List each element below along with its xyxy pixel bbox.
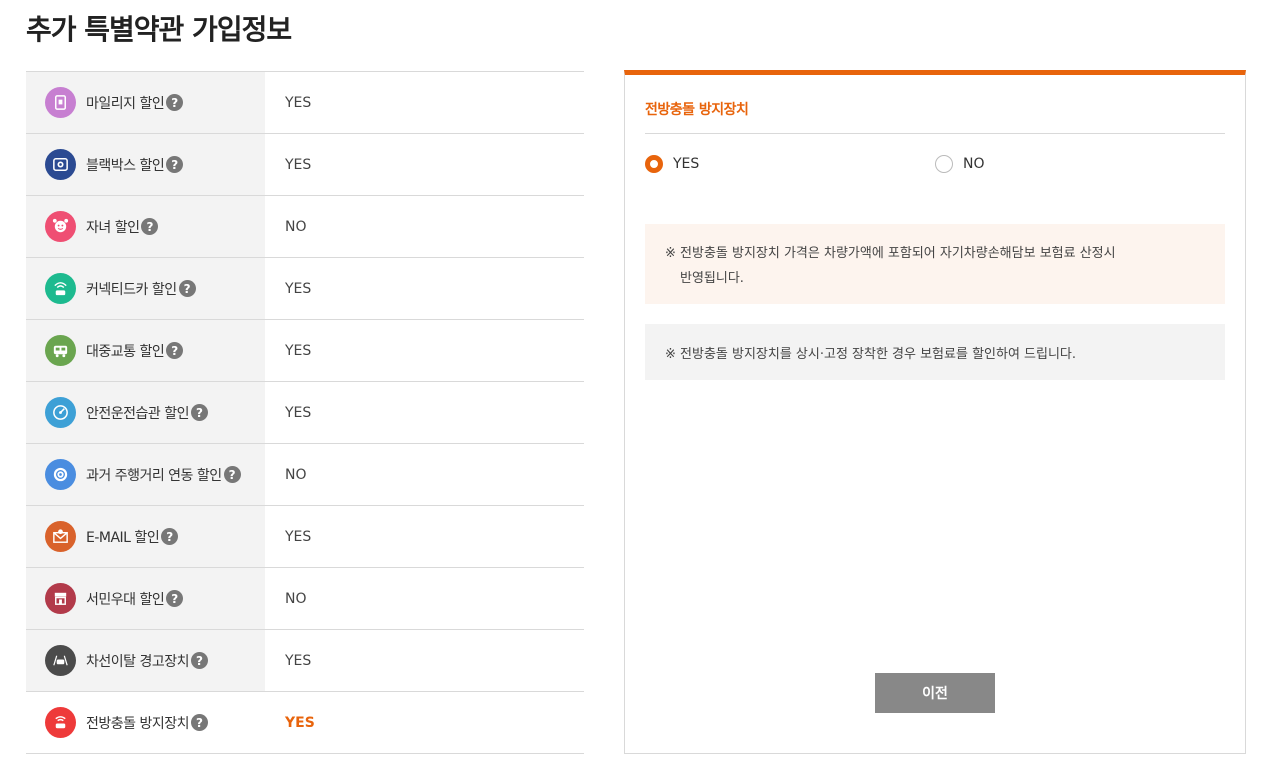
speedometer-icon	[45, 397, 76, 428]
row-value: YES	[285, 156, 312, 173]
radio-no[interactable]: NO	[935, 155, 985, 173]
panel-title: 전방충돌 방지장치	[645, 102, 749, 118]
table-row: E-MAIL 할인? YES	[26, 506, 584, 568]
row-label: 블랙박스 할인	[86, 157, 165, 174]
row-value: YES	[285, 404, 312, 421]
help-icon[interactable]: ?	[223, 466, 241, 483]
prev-button[interactable]: 이전	[875, 673, 995, 713]
table-row: 전방충돌 방지장치? YES	[26, 692, 584, 754]
table-row: 마일리지 할인? YES	[26, 72, 584, 134]
table-row: 자녀 할인? NO	[26, 196, 584, 258]
connected-car-icon	[45, 273, 76, 304]
row-label: 마일리지 할인	[86, 95, 165, 112]
row-label-cell: 차선이탈 경고장치?	[26, 630, 265, 691]
discount-notice-text: ※ 전방충돌 방지장치를 상시·고정 장착한 경우 보험료를 할인하여 드립니다…	[665, 346, 1077, 362]
row-label-cell: 블랙박스 할인?	[26, 134, 265, 195]
detail-panel: 전방충돌 방지장치 YES NO ※ 전방충돌 방지장치 가격은 차량가액에 포…	[624, 70, 1246, 754]
collision-car-icon	[45, 707, 76, 738]
help-icon[interactable]: ?	[161, 528, 179, 545]
row-value: YES	[285, 652, 312, 669]
help-icon[interactable]: ?	[178, 280, 196, 297]
help-icon[interactable]: ?	[191, 404, 208, 421]
price-notice-line1: ※ 전방충돌 방지장치 가격은 차량가액에 포함되어 자기차량손해담보 보험료 …	[665, 246, 1116, 261]
radio-no-circle[interactable]	[935, 155, 953, 173]
row-label-cell: 과거 주행거리 연동 할인?	[26, 444, 265, 505]
row-label-cell: 전방충돌 방지장치?	[26, 692, 265, 753]
row-value: YES	[285, 280, 312, 297]
help-icon[interactable]: ?	[191, 714, 208, 731]
row-label: 차선이탈 경고장치	[86, 653, 190, 670]
discount-table: 마일리지 할인? YES 블랙박스 할인? YES 자녀 할인? NO 커넥티드카 할인? Y…	[26, 71, 584, 754]
row-label: E-MAIL 할인	[86, 529, 160, 546]
table-row: 안전운전습관 할인? YES	[26, 382, 584, 444]
row-value: YES	[285, 714, 315, 731]
row-value: NO	[285, 466, 307, 483]
radio-yes[interactable]: YES	[645, 155, 699, 173]
help-icon[interactable]: ?	[166, 156, 184, 173]
row-value: YES	[285, 528, 312, 545]
store-icon	[45, 583, 76, 614]
radio-no-label: NO	[963, 156, 985, 172]
row-label-cell: 대중교통 할인?	[26, 320, 265, 381]
row-label: 자녀 할인	[86, 219, 140, 236]
help-icon[interactable]: ?	[166, 590, 184, 607]
page-title: 추가 특별약관 가입정보	[26, 13, 292, 46]
child-icon	[45, 211, 76, 242]
row-label-cell: 자녀 할인?	[26, 196, 265, 257]
row-label: 안전운전습관 할인	[86, 405, 190, 422]
row-label: 과거 주행거리 연동 할인	[86, 467, 222, 484]
help-icon[interactable]: ?	[141, 218, 159, 235]
row-label: 서민우대 할인	[86, 591, 165, 608]
help-icon[interactable]: ?	[191, 652, 208, 669]
table-row: 과거 주행거리 연동 할인? NO	[26, 444, 584, 506]
row-label: 대중교통 할인	[86, 343, 165, 360]
blackbox-icon	[45, 149, 76, 180]
bus-icon	[45, 335, 76, 366]
radio-yes-label: YES	[673, 156, 700, 172]
row-value: NO	[285, 590, 307, 607]
email-icon	[45, 521, 76, 552]
row-value: NO	[285, 218, 307, 235]
row-value: YES	[285, 94, 312, 111]
lane-car-icon	[45, 645, 76, 676]
table-row: 커넥티드카 할인? YES	[26, 258, 584, 320]
radio-yes-circle[interactable]	[645, 155, 663, 173]
price-notice-line2: 반영됩니다.	[680, 271, 744, 286]
discount-notice: ※ 전방충돌 방지장치를 상시·고정 장착한 경우 보험료를 할인하여 드립니다…	[645, 324, 1225, 380]
odometer-icon	[45, 459, 76, 490]
table-row: 대중교통 할인? YES	[26, 320, 584, 382]
help-icon[interactable]: ?	[166, 342, 184, 359]
row-label-cell: 안전운전습관 할인?	[26, 382, 265, 443]
table-row: 블랙박스 할인? YES	[26, 134, 584, 196]
row-label: 전방충돌 방지장치	[86, 715, 190, 732]
table-row: 차선이탈 경고장치? YES	[26, 630, 584, 692]
price-notice: ※ 전방충돌 방지장치 가격은 차량가액에 포함되어 자기차량손해담보 보험료 …	[645, 224, 1225, 304]
row-label-cell: 마일리지 할인?	[26, 72, 265, 133]
panel-divider	[645, 133, 1225, 134]
row-value: YES	[285, 342, 312, 359]
table-row: 서민우대 할인? NO	[26, 568, 584, 630]
help-icon[interactable]: ?	[166, 94, 184, 111]
row-label-cell: 커넥티드카 할인?	[26, 258, 265, 319]
row-label-cell: 서민우대 할인?	[26, 568, 265, 629]
row-label: 커넥티드카 할인	[86, 281, 177, 298]
row-label-cell: E-MAIL 할인?	[26, 506, 265, 567]
mileage-icon	[45, 87, 76, 118]
